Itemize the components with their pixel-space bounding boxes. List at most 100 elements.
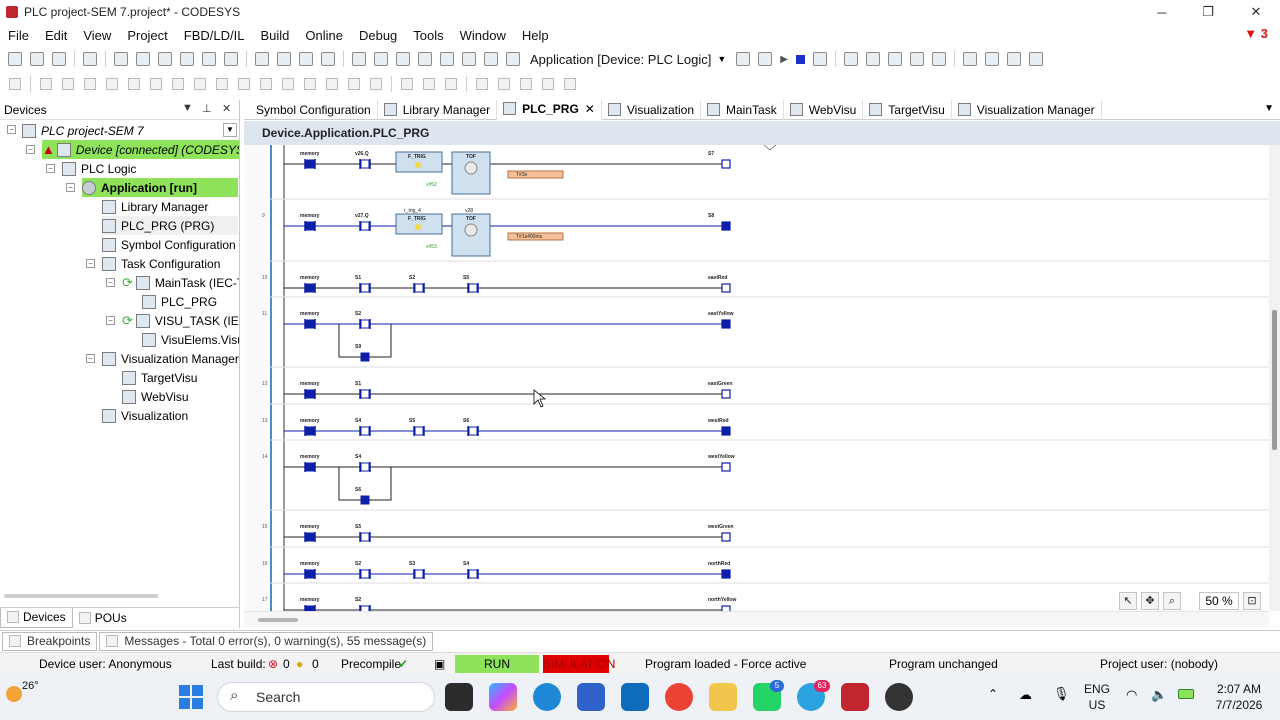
redo-icon[interactable]: [136, 52, 150, 66]
toggle-parallel-icon[interactable]: [445, 78, 457, 90]
tree-item-visu-task[interactable]: ⟳ VISU_TASK (IEC: [122, 311, 239, 330]
contact-element[interactable]: [360, 159, 370, 169]
save-icon[interactable]: [52, 52, 66, 66]
coil-element[interactable]: [721, 319, 731, 329]
language-indicator[interactable]: ENG US: [1078, 681, 1116, 713]
set-reset-icon[interactable]: [423, 78, 435, 90]
undo-icon[interactable]: [114, 52, 128, 66]
file-explorer-icon[interactable]: [709, 683, 737, 711]
tree-item-maintask[interactable]: ⟳ MainTask (IEC-Ta: [122, 273, 239, 292]
menu-help[interactable]: Help: [514, 28, 557, 43]
delete-icon[interactable]: [224, 52, 238, 66]
menu-debug[interactable]: Debug: [351, 28, 405, 43]
collapse-icon[interactable]: −: [86, 259, 95, 268]
copy-icon[interactable]: [180, 52, 194, 66]
task-view-icon[interactable]: [445, 683, 473, 711]
pan-icon[interactable]: ✥: [1141, 592, 1159, 610]
coil-element[interactable]: [721, 426, 731, 436]
weather-temp[interactable]: 26°: [22, 680, 39, 692]
contact-element[interactable]: [414, 426, 424, 436]
next-bookmark-icon[interactable]: [374, 52, 388, 66]
breakpoint-icon[interactable]: [932, 52, 946, 66]
contact-element[interactable]: [360, 389, 370, 399]
coil-element[interactable]: [721, 569, 731, 579]
collapse-icon[interactable]: −: [7, 125, 16, 134]
weather-icon[interactable]: [6, 686, 22, 702]
unforce-icon[interactable]: [1007, 52, 1021, 66]
find-icon[interactable]: [255, 52, 269, 66]
tree-item-symbol-configuration[interactable]: Symbol Configuration: [102, 235, 236, 254]
maximize-button[interactable]: ❐: [1185, 0, 1231, 24]
codesys-taskbar-icon[interactable]: [841, 683, 869, 711]
tree-item-targetvisu[interactable]: TargetVisu: [122, 368, 197, 387]
zoom-level[interactable]: 50 %: [1199, 592, 1239, 610]
close-button[interactable]: ✕: [1233, 0, 1279, 24]
insert-branch-icon[interactable]: [282, 78, 294, 90]
login-icon[interactable]: [736, 52, 751, 66]
contact-element[interactable]: [305, 283, 315, 293]
insert-reset-coil-icon[interactable]: [150, 78, 162, 90]
tab-targetvisu[interactable]: TargetVisu: [863, 99, 952, 120]
prepare-value-icon[interactable]: [1029, 52, 1043, 66]
force-values-icon[interactable]: [985, 52, 999, 66]
tree-item-plc-prg[interactable]: PLC_PRG (PRG): [102, 216, 238, 235]
generate-icon[interactable]: [484, 52, 498, 66]
logout-icon[interactable]: [758, 52, 773, 66]
tab-list-dropdown-icon[interactable]: ▼: [1264, 103, 1274, 114]
tree-item-library-manager[interactable]: Library Manager: [102, 197, 208, 216]
panel-close-icon[interactable]: ✕: [222, 102, 231, 115]
chevron-down-icon[interactable]: ▼: [717, 54, 726, 64]
prev-bookmark-icon[interactable]: [396, 52, 410, 66]
collapse-icon[interactable]: −: [66, 183, 75, 192]
run-to-cursor-icon[interactable]: [910, 52, 924, 66]
contact-element[interactable]: [468, 283, 478, 293]
copilot-icon[interactable]: [489, 683, 517, 711]
contact-element[interactable]: [305, 569, 315, 579]
insert-assignment-icon[interactable]: [348, 78, 360, 90]
pointer-icon[interactable]: ↖: [1119, 592, 1137, 610]
insert-input-icon[interactable]: [304, 78, 316, 90]
contact-element[interactable]: [305, 462, 315, 472]
tree-dropdown-icon[interactable]: ▼: [223, 123, 237, 137]
tree-item-visualization[interactable]: Visualization: [102, 406, 188, 425]
contact-element[interactable]: [360, 462, 370, 472]
tree-item-task-configuration[interactable]: Task Configuration: [102, 254, 220, 273]
contact-element[interactable]: [414, 569, 424, 579]
battery-icon[interactable]: [1178, 689, 1194, 699]
align-center-icon[interactable]: [498, 78, 510, 90]
wire-icon[interactable]: [564, 78, 576, 90]
cloud-icon[interactable]: ☁: [1019, 687, 1032, 703]
breakpoints-tab[interactable]: Breakpoints: [2, 631, 98, 651]
start-button-windows-icon[interactable]: [179, 685, 203, 709]
negate-icon[interactable]: [370, 78, 382, 90]
wifi-icon[interactable]: ◠: [1126, 687, 1137, 703]
tree-item-webvisu[interactable]: WebVisu: [122, 387, 189, 406]
contact-element[interactable]: [468, 426, 478, 436]
edge-detection-icon[interactable]: [401, 78, 413, 90]
new-file-icon[interactable]: [8, 52, 22, 66]
paste-icon[interactable]: [202, 52, 216, 66]
find-prev-icon[interactable]: [321, 52, 335, 66]
contact-element[interactable]: [305, 426, 315, 436]
step-over-icon[interactable]: [844, 52, 858, 66]
write-values-icon[interactable]: [963, 52, 977, 66]
coil-element[interactable]: [721, 283, 731, 293]
tab-library-manager[interactable]: Library Manager: [378, 99, 498, 120]
open-icon[interactable]: [30, 52, 44, 66]
print-icon[interactable]: [83, 52, 97, 66]
app-icon[interactable]: [885, 683, 913, 711]
build-icon[interactable]: [440, 52, 454, 66]
align-right-icon[interactable]: [520, 78, 532, 90]
menu-tools[interactable]: Tools: [405, 28, 451, 43]
menu-view[interactable]: View: [75, 28, 119, 43]
step-out-icon[interactable]: [888, 52, 902, 66]
zoom-fit-icon[interactable]: ⊡: [1243, 592, 1261, 610]
chrome-icon[interactable]: [665, 683, 693, 711]
contact-element[interactable]: [414, 283, 424, 293]
microphone-icon[interactable]: 🎙: [1053, 686, 1070, 702]
insert-output-icon[interactable]: [326, 78, 338, 90]
insert-return-icon[interactable]: [238, 78, 250, 90]
tab-plc-prg[interactable]: PLC_PRG ✕: [497, 99, 602, 120]
contact-element[interactable]: [305, 221, 315, 231]
rebuild-icon[interactable]: [462, 52, 476, 66]
